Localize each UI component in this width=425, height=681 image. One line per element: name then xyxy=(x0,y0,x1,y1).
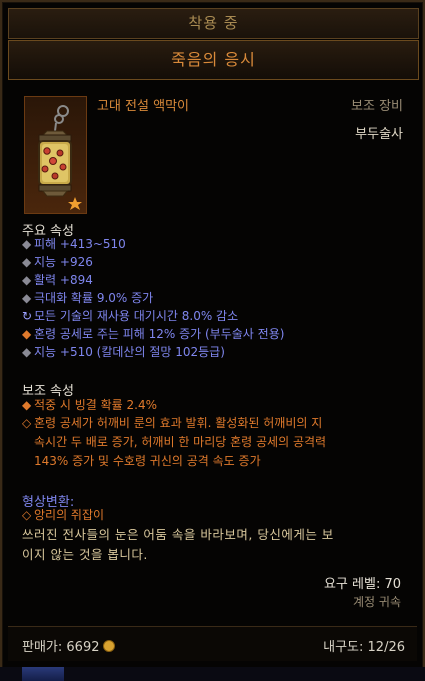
primary-stat: ◆ 피해 +413~510 xyxy=(22,236,126,253)
stat-text: 극대화 확률 9.0% 증가 xyxy=(34,291,154,305)
item-type: 고대 전설 액막이 xyxy=(97,99,189,114)
diamond-bullet-icon: ◆ xyxy=(22,345,32,359)
item-slot: 보조 장비 xyxy=(351,99,403,114)
tooltip-footer: 판매가: 6692 내구도: 12/26 xyxy=(8,626,417,661)
sell-value: 6692 xyxy=(66,640,100,655)
primary-stat-gem: ◆ 지능 +510 (칼데산의 절망 102등급) xyxy=(22,344,225,361)
flavor-text: 쓰러진 전사들의 눈은 어둠 속을 바라보며, 당신에게는 보 이지 않는 것을… xyxy=(22,525,412,565)
reroll-icon: ↻ xyxy=(22,309,33,323)
durability-value: 12/26 xyxy=(367,640,405,655)
sell-price: 판매가: 6692 xyxy=(22,636,115,655)
durability-label: 내구도: xyxy=(323,640,364,655)
legendary-power-line: 혼령 공세가 허깨비 룬의 효과 발휘. 활성화된 허깨비의 지 xyxy=(34,416,323,430)
primary-stat: ◆ 활력 +894 xyxy=(22,272,93,289)
item-icon-frame xyxy=(24,96,87,214)
transmog-text: 앙리의 쥐잡이 xyxy=(34,508,105,522)
primary-stat-enchanted: ↻ 모든 기술의 재사용 대기시간 8.0% 감소 xyxy=(22,308,238,325)
stat-text: 활력 +894 xyxy=(34,273,93,287)
stat-text: 피해 +413~510 xyxy=(34,237,126,251)
legendary-power: ◇ 혼령 공세가 허깨비 룬의 효과 발휘. 활성화된 허깨비의 지 속시간 두… xyxy=(22,414,412,471)
flavor-line: 쓰러진 전사들의 눈은 어둠 속을 바라보며, 당신에게는 보 xyxy=(22,527,334,542)
stat-text: 혼령 공세로 주는 피해 12% 증가 (부두술사 전용) xyxy=(34,327,285,341)
lantern-amulet-icon xyxy=(38,105,82,210)
stat-text: 적중 시 빙결 확률 2.4% xyxy=(34,398,158,412)
gold-coin-icon xyxy=(102,640,115,652)
equipped-header: 착용 중 xyxy=(8,8,419,39)
item-name-header: 죽음의 응시 xyxy=(8,40,419,80)
diamond-bullet-icon: ◆ xyxy=(22,327,32,341)
stat-text: 모든 기술의 재사용 대기시간 8.0% 감소 xyxy=(34,309,239,323)
item-name: 죽음의 응시 xyxy=(171,50,256,69)
primary-stat: ◆ 지능 +926 xyxy=(22,254,93,271)
durability: 내구도: 12/26 xyxy=(323,636,405,655)
secondary-stat: ◆ 적중 시 빙결 확률 2.4% xyxy=(22,397,157,414)
diamond-bullet-icon: ◆ xyxy=(22,273,32,287)
background-panel xyxy=(22,667,64,681)
diamond-bullet-icon: ◇ xyxy=(22,508,32,522)
item-class: 부두술사 xyxy=(355,127,403,142)
legendary-power-line: 속시간 두 배로 증가, 허깨비 한 마리당 혼령 공세의 공격력 xyxy=(34,435,327,449)
required-level: 요구 레벨: 70 xyxy=(323,577,401,592)
sell-label: 판매가: xyxy=(22,640,63,655)
item-tooltip: 착용 중 죽음의 응시 고대 전설 액막이 보조 장비 부두술사 주요 속성 ◆… xyxy=(0,0,425,681)
legendary-bullet-icon: ◇ xyxy=(22,416,32,430)
diamond-bullet-icon: ◆ xyxy=(22,291,32,305)
background-strip xyxy=(0,667,425,681)
diamond-bullet-icon: ◆ xyxy=(22,398,32,412)
legendary-power-line: 143% 증가 및 수호령 귀신의 공격 속도 증가 xyxy=(34,454,261,468)
diamond-bullet-icon: ◆ xyxy=(22,237,32,251)
equipped-label: 착용 중 xyxy=(188,14,239,32)
transmog-value: ◇ 앙리의 쥐잡이 xyxy=(22,507,104,524)
diamond-bullet-icon: ◆ xyxy=(22,255,32,269)
primary-stat: ◆ 극대화 확률 9.0% 증가 xyxy=(22,290,153,307)
stat-text: 지능 +510 (칼데산의 절망 102등급) xyxy=(34,345,225,359)
primary-stat-legendary: ◆ 혼령 공세로 주는 피해 12% 증가 (부두술사 전용) xyxy=(22,326,284,343)
account-bound: 계정 귀속 xyxy=(353,595,401,609)
ancient-star-icon xyxy=(68,197,82,210)
stat-text: 지능 +926 xyxy=(34,255,93,269)
flavor-line: 이지 않는 것을 봅니다. xyxy=(22,547,148,562)
